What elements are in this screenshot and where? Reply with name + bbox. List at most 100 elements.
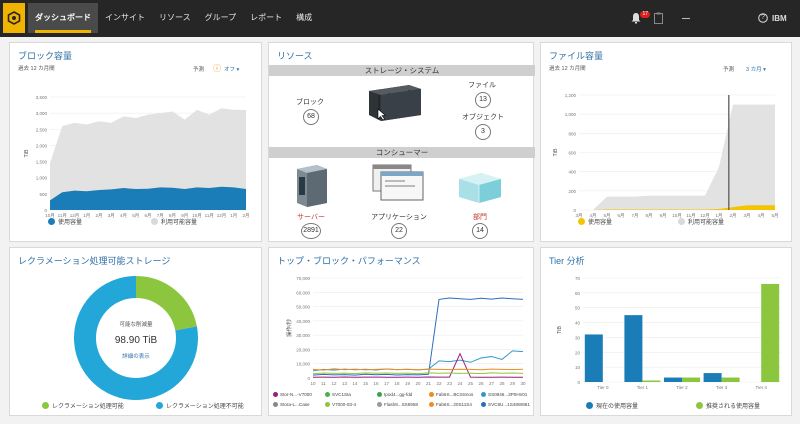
app-logo[interactable] bbox=[3, 3, 25, 33]
x-tick-label: 24 bbox=[457, 381, 463, 386]
recommended-usage-bar bbox=[682, 377, 700, 382]
center-label: 可能な削減量 bbox=[119, 320, 153, 328]
y-axis-label: TiB bbox=[557, 326, 563, 334]
y-tick-label: 500 bbox=[39, 192, 47, 197]
tier-analysis-panel: Tier 分析 70 60 50 40 30 20 10 0 TiB Tier 0 Tier 1 Ti… bbox=[540, 247, 792, 416]
x-tick-label: 1月 bbox=[230, 213, 237, 219]
x-tick-label: 16 bbox=[373, 381, 379, 386]
legend-dot bbox=[325, 402, 330, 407]
block-count[interactable]: 68 bbox=[303, 109, 319, 125]
legend-item[interactable]: V7000-03-4 bbox=[325, 402, 356, 407]
legend-item[interactable]: Ipod4...gg-fdd bbox=[377, 392, 412, 397]
legend-item[interactable]: Stora-L...Case bbox=[273, 402, 310, 407]
notifications-button[interactable]: 17 bbox=[630, 0, 650, 37]
legend-item[interactable]: Stor-N...-V7000 bbox=[273, 392, 312, 397]
forecast-label: 予測 bbox=[193, 67, 205, 73]
legend-item[interactable]: SS0846...3P0Hn01 bbox=[481, 392, 527, 397]
y-tick-label: 1,200 bbox=[565, 93, 577, 98]
department-count[interactable]: 14 bbox=[472, 223, 488, 239]
current-usage-bar bbox=[584, 334, 603, 382]
x-tick-label: 12月 bbox=[217, 213, 227, 219]
series-line bbox=[312, 372, 524, 375]
nav-configuration[interactable]: 構成 bbox=[289, 3, 319, 33]
help-button[interactable]: ? bbox=[758, 0, 768, 37]
server-count[interactable]: 2891 bbox=[301, 223, 321, 239]
x-tick-label: 5月 bbox=[771, 213, 778, 219]
legend-item[interactable]: SVC1Sta bbox=[325, 392, 351, 397]
x-tick-label: 30 bbox=[520, 381, 526, 386]
x-tick-label: 17 bbox=[384, 381, 390, 386]
y-tick-label: 3,500 bbox=[36, 95, 48, 100]
legend-available: 利用可能容量 bbox=[151, 217, 197, 226]
x-tick-label: Tier 1 bbox=[637, 385, 649, 390]
legend-label: Ipod4...gg-fdd bbox=[384, 392, 413, 397]
y-tick-label: 30,000 bbox=[296, 333, 310, 338]
y-tick-label: 60 bbox=[575, 291, 581, 296]
x-tick-label: 11 bbox=[321, 381, 326, 386]
forecast-dropdown[interactable]: 3 カ月 ▾ bbox=[746, 65, 766, 73]
y-tick-label: 1,500 bbox=[36, 160, 48, 165]
legend-current: 現在の使用容量 bbox=[586, 401, 638, 410]
legend-label: Stora-L...Case bbox=[280, 402, 310, 407]
user-menu[interactable] bbox=[682, 0, 742, 37]
x-tick-label: Tier 2 bbox=[676, 385, 688, 390]
legend-dot bbox=[429, 402, 434, 407]
forecast-dropdown[interactable]: オフ ▾ bbox=[224, 65, 239, 73]
x-tick-label: 2月 bbox=[95, 213, 102, 219]
nav-resources[interactable]: リソース bbox=[152, 3, 198, 33]
legend-item[interactable]: SVC8U...1S48W861 bbox=[481, 402, 530, 407]
y-tick-label: 40 bbox=[575, 321, 581, 326]
nav-reports[interactable]: レポート bbox=[243, 3, 289, 33]
storage-rack-icon[interactable] bbox=[365, 83, 425, 121]
panel-title[interactable]: トップ・ブロック・パフォーマンス bbox=[277, 254, 421, 267]
block-label: ブロック bbox=[296, 99, 324, 106]
legend-item[interactable]: Fab6S...BCSSnos bbox=[429, 392, 473, 397]
tasks-button[interactable] bbox=[654, 0, 664, 37]
period-label: 過去 12 カ月間 bbox=[18, 66, 55, 72]
file-capacity-chart: 1,2001,0008006004002000TiB3月 4月 5月 6月 7月 8月 9月… bbox=[553, 93, 779, 219]
file-count[interactable]: 13 bbox=[475, 92, 491, 108]
reclamation-donut-chart[interactable]: 可能な削減量 98.90 TiB 詳細の表示 bbox=[10, 264, 263, 404]
nav-groups[interactable]: グループ bbox=[198, 3, 244, 33]
panel-title[interactable]: Tier 分析 bbox=[549, 254, 585, 267]
y-tick-label: 2,000 bbox=[36, 143, 48, 148]
department-icon[interactable] bbox=[455, 167, 505, 207]
x-tick-label: 26 bbox=[478, 381, 484, 386]
department-label: 部門 bbox=[473, 214, 487, 221]
object-count[interactable]: 3 bbox=[475, 124, 491, 140]
x-tick-label: 18 bbox=[394, 381, 400, 386]
consumers-header: コンシューマー bbox=[269, 147, 535, 158]
application-count[interactable]: 22 bbox=[391, 223, 407, 239]
y-axis-label: 操作/秒 bbox=[285, 318, 293, 337]
application-windows-icon[interactable] bbox=[371, 163, 427, 203]
nav-dashboard[interactable]: ダッシュボード bbox=[28, 3, 98, 33]
legend-label: SVC1Sta bbox=[332, 392, 351, 397]
y-tick-label: 30 bbox=[575, 335, 581, 340]
legend-recommended: 推奨される使用容量 bbox=[696, 401, 760, 410]
y-tick-label: 2,500 bbox=[36, 127, 48, 132]
block-capacity-chart: 3,5003,0002,5002,0001,5001,0005000TiB10月… bbox=[24, 95, 250, 219]
legend-item[interactable]: Flash8...SS5958 bbox=[377, 402, 418, 407]
current-usage-bar bbox=[624, 315, 643, 382]
panel-title[interactable]: ブロック容量 bbox=[18, 49, 72, 62]
panel-title[interactable]: ファイル容量 bbox=[549, 49, 603, 62]
server-icon[interactable] bbox=[291, 163, 331, 207]
x-tick-label: 14 bbox=[352, 381, 358, 386]
application-label: アプリケーション bbox=[371, 214, 427, 221]
x-tick-label: 9月 bbox=[659, 213, 666, 219]
current-usage-bar bbox=[664, 377, 682, 382]
y-tick-label: 10 bbox=[575, 365, 581, 370]
y-tick-label: 400 bbox=[568, 170, 576, 175]
x-tick-label: 15 bbox=[363, 381, 369, 386]
legend-item[interactable]: Fab6S...20S11S4 bbox=[429, 402, 472, 407]
y-tick-label: 20,000 bbox=[296, 347, 310, 352]
y-tick-label: 800 bbox=[568, 131, 576, 136]
recommended-usage-bar bbox=[721, 377, 740, 382]
x-tick-label: 25 bbox=[468, 381, 474, 386]
legend-label: Stor-N...-V7000 bbox=[280, 392, 312, 397]
nav-insights[interactable]: インサイト bbox=[98, 3, 152, 33]
resources-panel: リソース ストレージ・システム ブロック 68 ファイル 13 オブジェクト 3… bbox=[268, 42, 535, 242]
legend-dot bbox=[429, 392, 434, 397]
legend-reclaimable: レクラメーション処理可能 bbox=[42, 401, 124, 410]
panel-title[interactable]: リソース bbox=[277, 49, 313, 62]
